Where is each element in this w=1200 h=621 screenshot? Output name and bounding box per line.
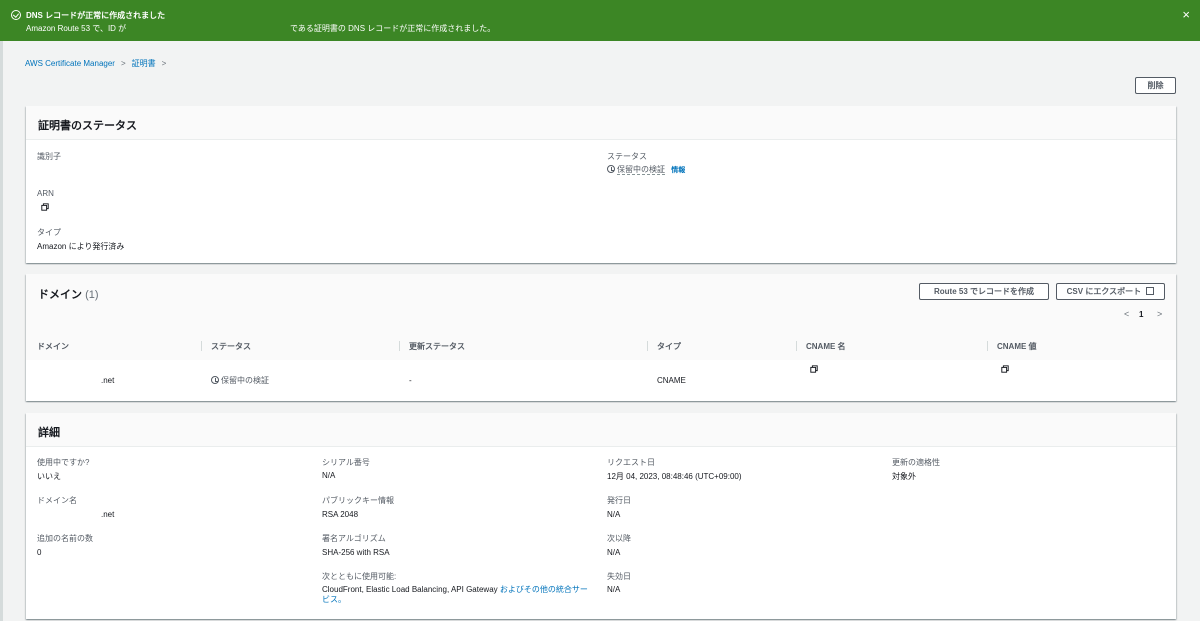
panel-header: ドメイン (1) Route 53 でレコードを作成 CSV にエクスポート <…	[26, 274, 1176, 360]
panel-title: 詳細	[38, 427, 60, 439]
domain-cell: .net	[101, 376, 115, 385]
success-flash-banner: DNS レコードが正常に作成されました Amazon Route 53 で、ID…	[0, 0, 1200, 41]
banner-title: DNS レコードが正常に作成されました	[26, 11, 166, 20]
panel-title: ドメイン (1)	[38, 289, 99, 301]
signature-algorithm-label: 署名アルゴリズム	[322, 534, 386, 543]
create-records-in-route53-button[interactable]: Route 53 でレコードを作成	[919, 283, 1049, 300]
breadcrumb: AWS Certificate Manager > 証明書 >	[25, 58, 172, 69]
usable-with-label: 次とともに使用可能:	[322, 572, 397, 581]
pagination-current-page[interactable]: 1	[1139, 310, 1143, 319]
column-header-renewal-status[interactable]: 更新ステータス	[409, 341, 465, 352]
download-icon	[1146, 287, 1155, 295]
in-use-value: いいえ	[37, 472, 61, 481]
serial-number-label: シリアル番号	[322, 458, 370, 467]
status-text[interactable]: 保留中の検証	[617, 165, 665, 175]
column-divider[interactable]	[399, 341, 400, 351]
breadcrumb-item-certificates[interactable]: 証明書	[132, 59, 156, 68]
breadcrumb-separator-icon: >	[120, 59, 126, 68]
column-divider[interactable]	[201, 341, 202, 351]
column-header-domain[interactable]: ドメイン	[37, 341, 69, 352]
domains-panel: ドメイン (1) Route 53 でレコードを作成 CSV にエクスポート <…	[26, 274, 1176, 401]
status-label: ステータス	[607, 152, 647, 161]
copy-icon[interactable]	[1001, 365, 1009, 373]
panel-header: 詳細	[26, 413, 1176, 447]
pending-clock-icon	[211, 376, 219, 384]
other-integrated-services-link-cont[interactable]: ビス。	[322, 595, 346, 604]
not-before-value: N/A	[607, 548, 621, 557]
column-divider[interactable]	[796, 341, 797, 351]
banner-message-start: Amazon Route 53 で、ID が	[26, 24, 127, 33]
type-cell: CNAME	[657, 376, 686, 385]
export-to-csv-button[interactable]: CSV にエクスポート	[1056, 283, 1165, 300]
type-value: Amazon により発行済み	[37, 242, 125, 251]
arn-label: ARN	[37, 189, 54, 198]
expires-at-value: N/A	[607, 585, 621, 594]
banner-message-end: である証明書の DNS レコードが正常に作成されました。	[290, 24, 496, 33]
pagination-next-icon[interactable]: >	[1157, 309, 1162, 319]
breadcrumb-separator-icon: >	[161, 59, 167, 68]
type-label: タイプ	[37, 228, 61, 237]
column-header-cname-name[interactable]: CNAME 名	[806, 341, 846, 352]
usable-with-value: CloudFront, Elastic Load Balancing, API …	[322, 585, 588, 604]
additional-names-value: 0	[37, 548, 42, 557]
status-cell: 保留中の検証	[211, 375, 269, 386]
column-header-cname-value[interactable]: CNAME 値	[997, 341, 1037, 352]
public-key-label: パブリックキー情報	[322, 496, 394, 505]
success-check-icon	[11, 10, 21, 20]
pagination-previous-icon[interactable]: <	[1124, 309, 1129, 319]
copy-icon[interactable]	[41, 203, 49, 211]
in-use-label: 使用中ですか?	[37, 458, 90, 467]
column-divider[interactable]	[987, 341, 988, 351]
issued-at-value: N/A	[607, 510, 621, 519]
breadcrumb-item-acm[interactable]: AWS Certificate Manager	[25, 59, 115, 68]
status-value: 保留中の検証 情報	[607, 164, 685, 175]
signature-algorithm-value: SHA-256 with RSA	[322, 548, 390, 557]
renewal-status-cell: -	[409, 376, 412, 385]
domain-name-label: ドメイン名	[37, 496, 77, 505]
details-panel: 詳細 使用中ですか? いいえ ドメイン名 .net 追加の名前の数 0 シリアル…	[26, 413, 1176, 619]
close-icon[interactable]: ×	[1182, 8, 1190, 21]
delete-button[interactable]: 削除	[1135, 77, 1176, 94]
public-key-value: RSA 2048	[322, 510, 359, 519]
pending-clock-icon	[607, 165, 615, 173]
not-before-label: 次以降	[607, 534, 631, 543]
renewal-eligibility-value: 対象外	[892, 472, 916, 481]
identifier-label: 識別子	[37, 152, 61, 161]
domain-name-value: .net	[101, 510, 115, 519]
panel-title: 証明書のステータス	[38, 120, 137, 132]
serial-number-value: N/A	[322, 471, 336, 480]
other-integrated-services-link[interactable]: およびその他の統合サー	[500, 585, 588, 594]
column-header-type[interactable]: タイプ	[657, 341, 681, 352]
copy-icon[interactable]	[810, 365, 818, 373]
requested-at-value: 12月 04, 2023, 08:48:46 (UTC+09:00)	[607, 472, 742, 481]
additional-names-label: 追加の名前の数	[37, 534, 93, 543]
issued-at-label: 発行日	[607, 496, 631, 505]
column-divider[interactable]	[647, 341, 648, 351]
panel-header: 証明書のステータス	[26, 106, 1176, 140]
renewal-eligibility-label: 更新の適格性	[892, 458, 940, 467]
requested-at-label: リクエスト日	[607, 458, 655, 467]
certificate-status-panel: 証明書のステータス 識別子 ARN タイプ Amazon により発行済み ステー…	[26, 106, 1176, 263]
info-link[interactable]: 情報	[671, 167, 685, 174]
column-header-status[interactable]: ステータス	[211, 341, 251, 352]
expires-at-label: 失効日	[607, 572, 631, 581]
